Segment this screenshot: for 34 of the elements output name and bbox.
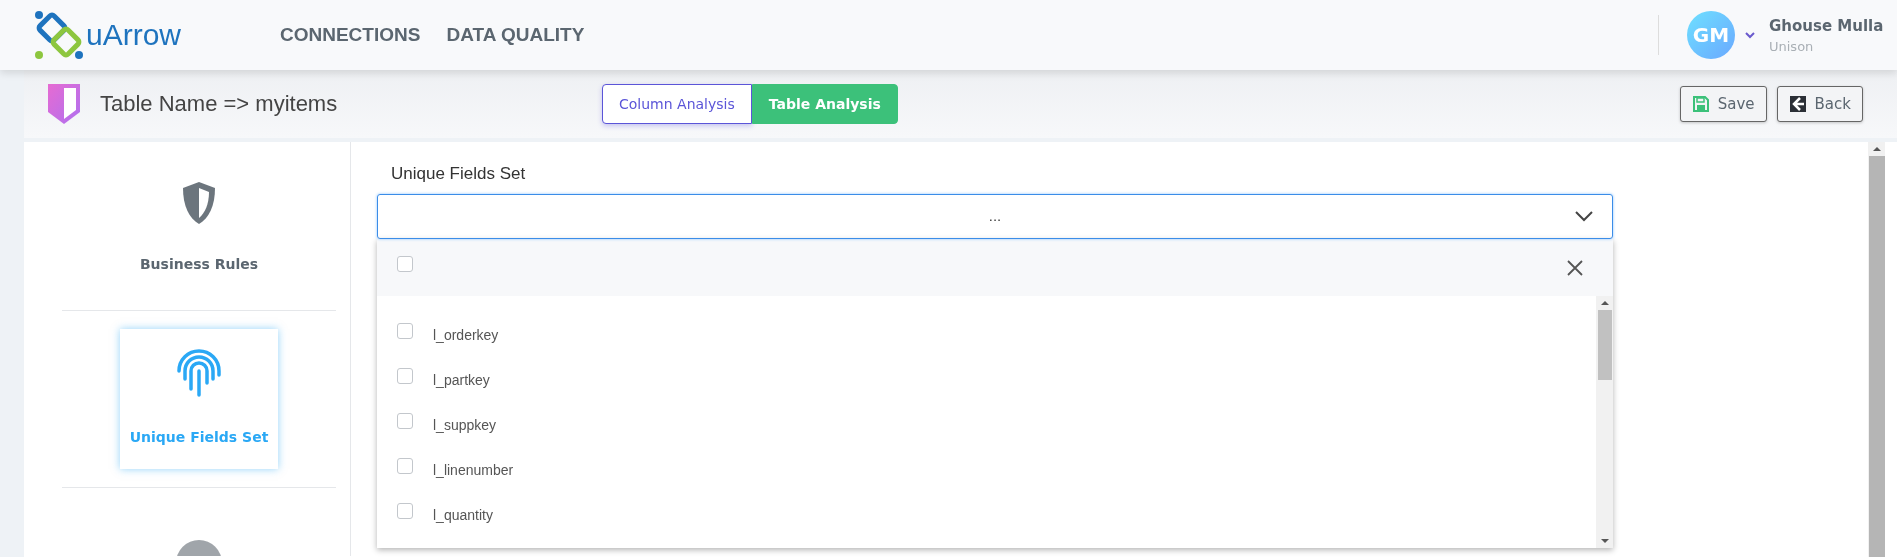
checkbox[interactable] bbox=[397, 502, 413, 519]
option-item[interactable]: l_quantity bbox=[377, 492, 1596, 537]
user-name: Ghouse Mulla bbox=[1769, 16, 1884, 35]
nav-link[interactable]: DATA QUALITY bbox=[446, 24, 585, 46]
scrollbar[interactable] bbox=[1596, 296, 1613, 548]
option-item[interactable]: l_partkey bbox=[377, 357, 1596, 402]
option-item[interactable]: l_orderkey bbox=[377, 312, 1596, 357]
fingerprint-icon bbox=[175, 349, 223, 399]
sidebar-item[interactable]: Business Rules bbox=[120, 180, 278, 272]
option-item[interactable]: l_suppkey bbox=[377, 402, 1596, 447]
page-title: Table Name => myitems bbox=[100, 91, 338, 117]
logo[interactable]: uArrow bbox=[34, 10, 280, 60]
user-org: Unison bbox=[1769, 38, 1815, 54]
action-button[interactable]: Save bbox=[1679, 86, 1767, 122]
close-icon[interactable] bbox=[1567, 259, 1583, 276]
field-label: Unique Fields Set bbox=[391, 164, 527, 184]
checkbox[interactable] bbox=[397, 367, 413, 384]
caret-icon[interactable] bbox=[1745, 31, 1755, 39]
checkbox[interactable] bbox=[397, 457, 413, 474]
tab[interactable]: Column Analysis bbox=[602, 84, 752, 124]
nav-link[interactable]: CONNECTIONS bbox=[280, 24, 421, 46]
multiselect-field[interactable]: ... bbox=[377, 194, 1613, 239]
select-all-checkbox[interactable] bbox=[397, 255, 413, 272]
back-arrow-icon bbox=[1788, 95, 1807, 113]
floppy-icon bbox=[1691, 95, 1710, 113]
shield-icon bbox=[180, 180, 218, 226]
action-button[interactable]: Back bbox=[1776, 86, 1863, 122]
option-item[interactable]: l_linenumber bbox=[377, 447, 1596, 492]
logo-icon bbox=[34, 10, 84, 60]
checkbox[interactable] bbox=[397, 322, 413, 339]
shield-icon bbox=[46, 82, 82, 126]
scrollbar[interactable] bbox=[1868, 142, 1885, 557]
checkbox[interactable] bbox=[397, 412, 413, 429]
chevron-down-icon bbox=[1574, 210, 1594, 222]
